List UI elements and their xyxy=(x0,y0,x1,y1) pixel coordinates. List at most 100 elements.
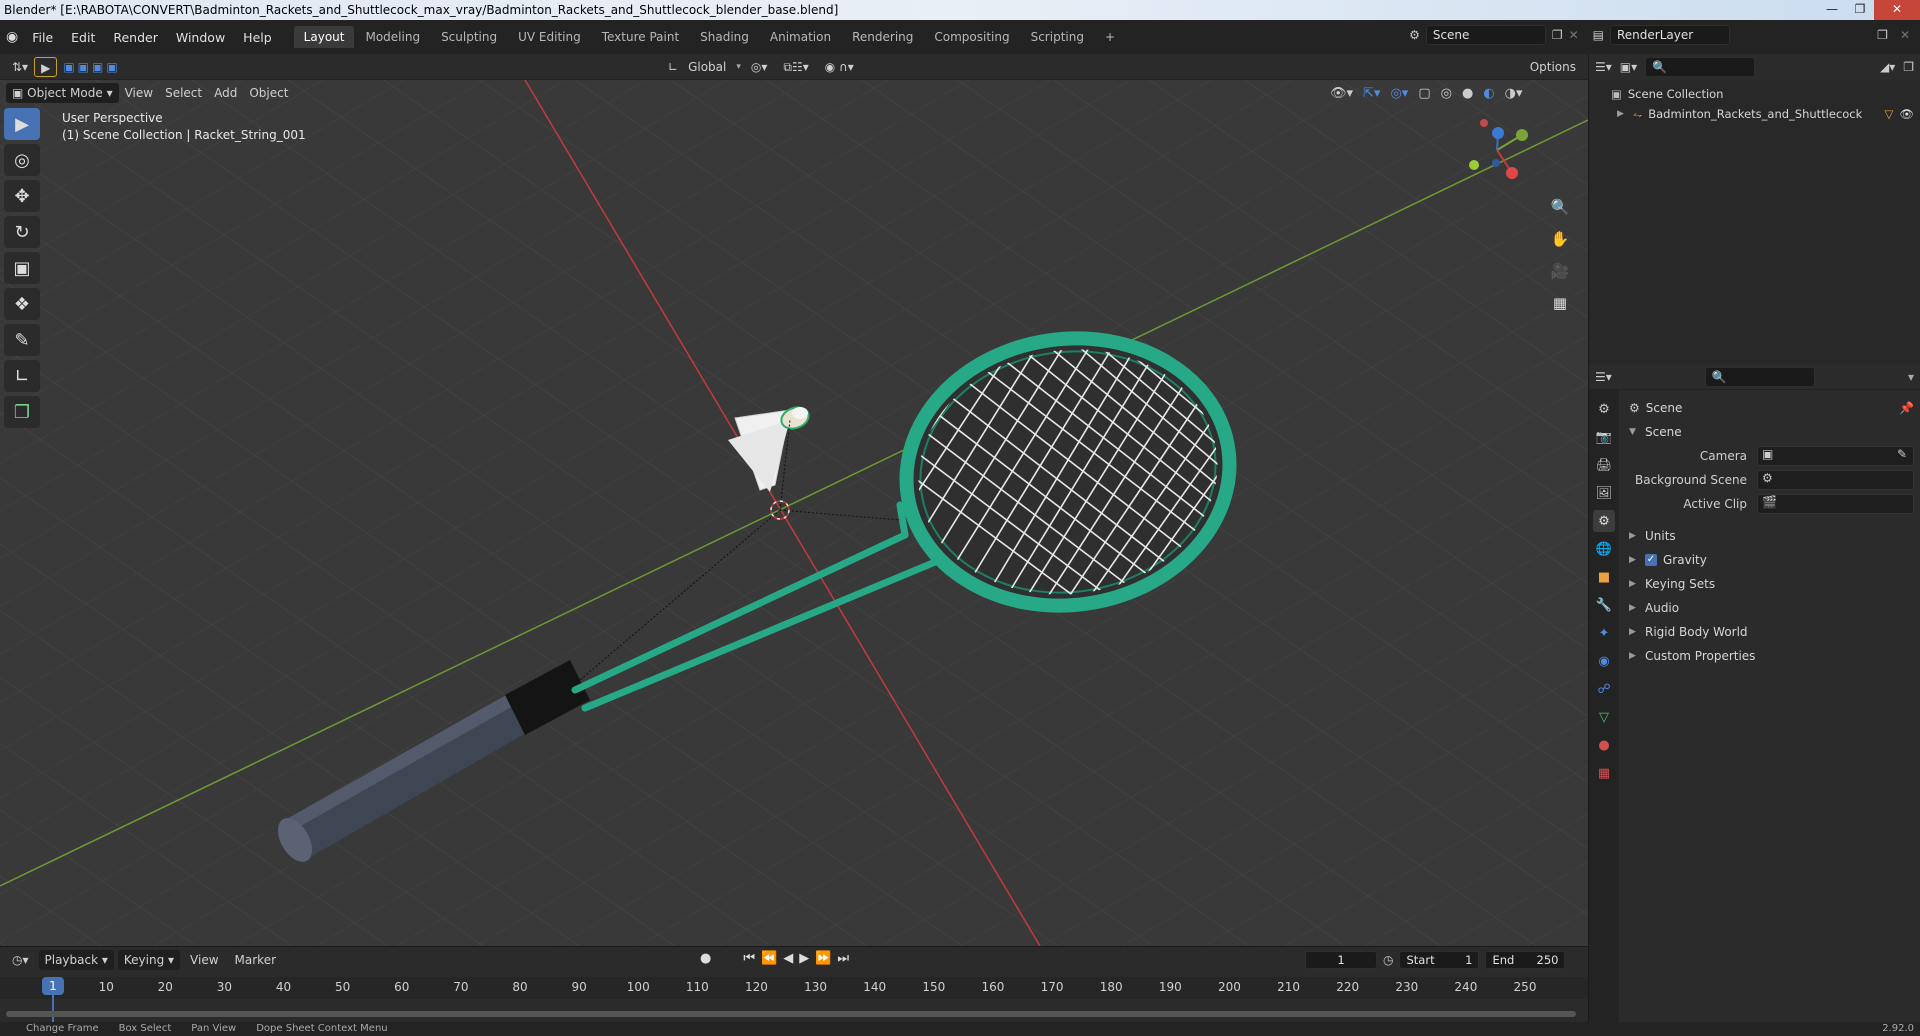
editor-type-icon[interactable]: ⇅▾ xyxy=(6,57,34,77)
blender-logo-icon[interactable]: ◉ xyxy=(6,29,18,45)
keying-sets-section[interactable]: ▶ Keying Sets xyxy=(1625,572,1914,596)
ortho-grid-icon[interactable]: ▦ xyxy=(1547,291,1573,315)
selection-mode-icons[interactable]: ▣▣▣▣ xyxy=(57,57,126,77)
maximize-icon[interactable]: ❐ xyxy=(1846,0,1874,20)
tab-uv-editing[interactable]: UV Editing xyxy=(508,26,591,48)
gravity-section[interactable]: ▶ ✓ Gravity xyxy=(1625,548,1914,572)
add-menu[interactable]: Add xyxy=(208,83,243,103)
tab-modeling[interactable]: Modeling xyxy=(355,26,430,48)
menu-file[interactable]: File xyxy=(24,27,61,48)
tab-animation[interactable]: Animation xyxy=(760,26,841,48)
clock-icon[interactable]: ◷ xyxy=(1383,953,1393,967)
current-frame-field[interactable]: 1 xyxy=(1305,951,1377,969)
custom-properties-section[interactable]: ▶ Custom Properties xyxy=(1625,644,1914,668)
constraints-tab-icon[interactable]: ☍ xyxy=(1593,678,1615,700)
annotate-tool-icon[interactable]: ✎ xyxy=(4,324,40,356)
transform-tool-icon[interactable]: ❖ xyxy=(4,288,40,320)
camera-field[interactable]: ▣ ✎ xyxy=(1757,446,1914,466)
data-tab-icon[interactable]: ▽ xyxy=(1593,706,1615,728)
prev-keyframe-icon[interactable]: ⏪ xyxy=(761,951,777,966)
tool-tab-icon[interactable]: ⚙ xyxy=(1593,398,1615,420)
scene-panel-header[interactable]: ▼ Scene xyxy=(1625,420,1914,444)
visibility-icon[interactable]: 👁▾ xyxy=(1330,86,1353,101)
gravity-checkbox[interactable]: ✓ xyxy=(1645,554,1657,566)
current-frame-indicator[interactable]: 1 xyxy=(42,977,64,995)
proportional-edit-icon[interactable]: ◉ ∩▾ xyxy=(819,57,860,77)
physics-tab-icon[interactable]: ◉ xyxy=(1593,650,1615,672)
select-menu[interactable]: Select xyxy=(159,83,208,103)
render-layer-icon[interactable]: ▤ xyxy=(1593,28,1604,42)
scene-icon[interactable]: ⚙ xyxy=(1409,28,1420,42)
outliner-search-input[interactable]: 🔍 xyxy=(1645,57,1756,77)
scene-tab-icon[interactable]: ⚙ xyxy=(1593,510,1615,532)
menu-render[interactable]: Render xyxy=(105,27,166,48)
tab-compositing[interactable]: Compositing xyxy=(924,26,1019,48)
scene-collection-row[interactable]: ▣ Scene Collection xyxy=(1589,84,1920,104)
render-layer-selector[interactable]: RenderLayer xyxy=(1610,25,1730,45)
texture-tab-icon[interactable]: ▦ xyxy=(1593,762,1615,784)
units-section[interactable]: ▶ Units xyxy=(1625,524,1914,548)
tab-texture-paint[interactable]: Texture Paint xyxy=(592,26,689,48)
overlay-icon[interactable]: ◎▾ xyxy=(1390,86,1408,101)
menu-window[interactable]: Window xyxy=(168,27,233,48)
modifier-tab-icon[interactable]: 🔧 xyxy=(1593,594,1615,616)
tab-layout[interactable]: Layout xyxy=(293,26,355,48)
frame-ruler[interactable]: 1102030405060708090100110120130140150160… xyxy=(0,977,1588,999)
rendered-shading-icon[interactable]: ◑▾ xyxy=(1505,86,1523,101)
jump-end-icon[interactable]: ⏭ xyxy=(837,951,849,966)
jump-start-icon[interactable]: ⏮ xyxy=(743,951,755,966)
rotate-tool-icon[interactable]: ↻ xyxy=(4,216,40,248)
navigation-gizmo[interactable] xyxy=(1462,115,1532,185)
close-icon[interactable]: ✕ xyxy=(1874,0,1920,20)
view-menu[interactable]: View xyxy=(119,83,159,103)
rigid-body-world-section[interactable]: ▶ Rigid Body World xyxy=(1625,620,1914,644)
xray-icon[interactable]: ▢ xyxy=(1418,86,1430,101)
object-tab-icon[interactable]: ■ xyxy=(1593,566,1615,588)
material-shading-icon[interactable]: ◐ xyxy=(1483,86,1494,101)
play-reverse-icon[interactable]: ◀ xyxy=(783,951,793,966)
new-layer-icon[interactable]: ❐ xyxy=(1877,28,1888,42)
outliner-item-row[interactable]: ▶ ⥊ Badminton_Rackets_and_Shuttlecock ▽ … xyxy=(1589,104,1920,124)
timeline-scrollbar[interactable] xyxy=(6,1011,1576,1017)
options-dropdown[interactable]: Options xyxy=(1524,57,1582,77)
pan-hand-icon[interactable]: ✋ xyxy=(1547,227,1573,251)
keying-menu[interactable]: Keying ▾ xyxy=(117,950,181,970)
scene-selector[interactable]: Scene xyxy=(1425,25,1546,45)
audio-section[interactable]: ▶ Audio xyxy=(1625,596,1914,620)
object-menu[interactable]: Object xyxy=(243,83,294,103)
zoom-icon[interactable]: 🔍 xyxy=(1547,195,1573,219)
particles-tab-icon[interactable]: ✦ xyxy=(1593,622,1615,644)
add-cube-tool-icon[interactable]: ❐ xyxy=(4,396,40,428)
camera-view-icon[interactable]: 🎥 xyxy=(1547,259,1573,283)
delete-scene-icon[interactable]: ✕ xyxy=(1569,28,1579,42)
select-box-tool-icon[interactable]: ▶ xyxy=(4,108,40,140)
pivot-point-icon[interactable]: ◎▾ xyxy=(745,57,774,77)
menu-help[interactable]: Help xyxy=(235,27,280,48)
menu-edit[interactable]: Edit xyxy=(63,27,103,48)
end-frame-field[interactable]: End 250 xyxy=(1485,951,1566,969)
select-tool-icon[interactable]: ▶ xyxy=(34,56,58,77)
new-collection-icon[interactable]: ❐ xyxy=(1903,60,1914,74)
scale-tool-icon[interactable]: ▣ xyxy=(4,252,40,284)
play-icon[interactable]: ▶ xyxy=(799,951,809,966)
tab-scripting[interactable]: Scripting xyxy=(1021,26,1094,48)
move-tool-icon[interactable]: ✥ xyxy=(4,180,40,212)
new-scene-icon[interactable]: ❐ xyxy=(1552,28,1563,42)
expand-arrow-icon[interactable]: ▶ xyxy=(1617,104,1627,124)
filter-icon[interactable]: ◢▾ xyxy=(1880,60,1895,74)
pin-icon[interactable]: 📌 xyxy=(1899,401,1914,415)
next-keyframe-icon[interactable]: ⏩ xyxy=(815,951,831,966)
measure-tool-icon[interactable]: ∟ xyxy=(4,360,40,392)
material-tab-icon[interactable]: ● xyxy=(1593,734,1615,756)
world-tab-icon[interactable]: 🌐 xyxy=(1593,538,1615,560)
transform-orientation-dropdown[interactable]: Global xyxy=(682,57,732,77)
timeline-editor-icon[interactable]: ◷▾ xyxy=(6,950,35,970)
active-clip-field[interactable]: 🎬 xyxy=(1757,494,1914,514)
outliner-editor-icon[interactable]: ☰▾ xyxy=(1595,60,1612,74)
cursor-tool-icon[interactable]: ◎ xyxy=(4,144,40,176)
render-tab-icon[interactable]: 📷 xyxy=(1593,426,1615,448)
playback-menu[interactable]: Playback ▾ xyxy=(38,950,114,970)
marker-menu[interactable]: Marker xyxy=(229,950,282,970)
eye-icon[interactable]: 👁 xyxy=(1899,104,1914,124)
properties-search-input[interactable]: 🔍 xyxy=(1704,366,1815,387)
